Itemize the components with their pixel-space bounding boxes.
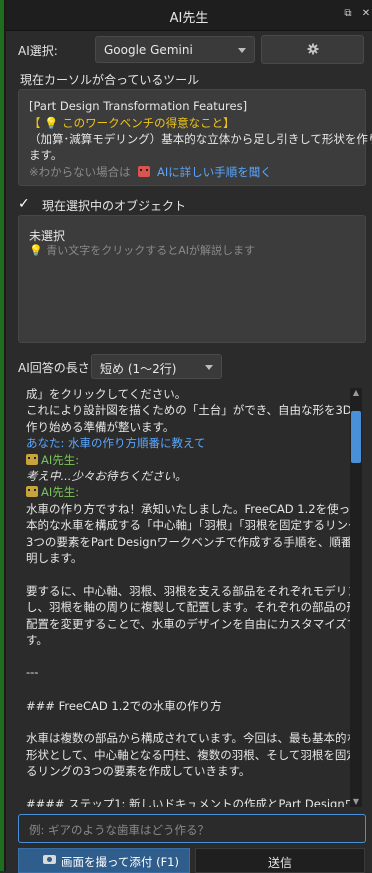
chat-line-text: AI先生:	[41, 485, 80, 500]
chat-line: AI先生:	[26, 452, 79, 468]
question-input-wrapper	[18, 814, 366, 843]
chat-line-text: 配置を変更することで、水車のデザインを自由にカスタマイズできま	[26, 616, 350, 631]
close-icon[interactable]: ✕	[360, 8, 372, 20]
robot-icon	[26, 486, 38, 498]
chat-line: 成」をクリックしてください。	[26, 386, 186, 402]
ai-select-dropdown[interactable]: Google Gemini	[95, 36, 255, 63]
chat-line-text: あなた: 水車の作り方順番に教えて	[26, 436, 206, 451]
chat-line-text: ### FreeCAD 1.2での水車の作り方	[26, 698, 222, 713]
capture-button-label: 画面を撮って添付 (F1)	[61, 855, 179, 869]
chat-line: 作り始める準備が整います。	[26, 419, 174, 435]
chat-line: ---	[26, 665, 38, 679]
answer-length-label: AI回答の長さ:	[18, 361, 94, 375]
camera-icon	[43, 855, 56, 864]
chat-line-text: るリングの3つの要素を作成していきます。	[26, 764, 251, 779]
chat-line-text: 明します。	[26, 551, 83, 565]
chat-line-text: これにより設計図を描くための「土台」ができ、自由な形を3D化して	[26, 403, 350, 418]
send-button-label: 送信	[267, 856, 292, 870]
chat-line-text: 作り始める準備が整います。	[26, 419, 175, 434]
chat-line-text: #### ステップ1: 新しいドキュメントの作成とPart Designワークベ…	[26, 797, 350, 807]
chat-line-text: す。	[26, 633, 48, 647]
selection-panel: 未選択 💡 青い文字をクリックするとAIが解説します	[18, 215, 366, 343]
tool-description: （加算･減算モデリング）基本的な立体から足し引きして形状を作り	[29, 132, 372, 146]
capture-screen-button[interactable]: 画面を撮って添付 (F1)	[18, 848, 190, 873]
tool-description-cont: ます。	[29, 148, 63, 162]
chat-line-text: 要するに、中心軸、羽根、羽根を支える部品をそれぞれモデリング	[26, 583, 350, 598]
chat-line-text: ---	[26, 664, 39, 679]
answer-length-dropdown[interactable]: 短め (1〜2行)	[91, 354, 222, 379]
chat-line: るリングの3つの要素を作成していきます。	[26, 763, 250, 779]
chat-line: #### ステップ1: 新しいドキュメントの作成とPart Designワークベ…	[26, 796, 350, 807]
workbench-strength-heading: 【 💡 このワークベンチの得意なこと】	[29, 116, 235, 130]
chat-line: 水車は複数の部品から構成されています。今回は、最も基本的な	[26, 730, 350, 746]
chat-line-text: 考え中...少々お待ちください。	[26, 469, 187, 483]
chat-line: これにより設計図を描くための「土台」ができ、自由な形を3D化して	[26, 402, 350, 418]
chat-line-text: 3つの要素をPart Designワークベンチで作成する手順を、順番に説	[26, 534, 350, 549]
chevron-down-icon	[238, 48, 246, 53]
chat-line-text: 水車は複数の部品から構成されています。今回は、最も基本的な	[26, 731, 350, 746]
question-input[interactable]	[27, 820, 361, 840]
robot-icon	[138, 166, 151, 177]
tool-name: [Part Design Transformation Features]	[29, 99, 248, 113]
ai-select-label: AI選択:	[18, 44, 58, 58]
chat-line: 明します。	[26, 550, 82, 566]
chat-line: 要するに、中心軸、羽根、羽根を支える部品をそれぞれモデリング	[26, 583, 350, 599]
float-icon[interactable]: ⧉	[342, 8, 354, 20]
selection-checkbox[interactable]: ✓	[18, 197, 32, 211]
chat-line: 配置を変更することで、水車のデザインを自由にカスタマイズできま	[26, 616, 350, 632]
chat-line-text: 成」をクリックしてください。	[26, 387, 187, 401]
chat-line: 考え中...少々お待ちください。	[26, 468, 186, 484]
chat-line: す。	[26, 632, 48, 648]
chat-line: し、羽根を軸の周りに複製して配置します。それぞれの部品の形状や	[26, 599, 350, 615]
chat-line-text: 水車の作り方ですね！承知いたしました。FreeCAD 1.2を使って、基	[26, 501, 350, 516]
gear-icon	[307, 43, 319, 55]
dock-edge-divider	[4, 0, 6, 871]
chat-line-text: AI先生:	[41, 452, 80, 467]
chat-scrollbar-thumb[interactable]	[351, 411, 361, 463]
chat-line: AI先生:	[26, 484, 79, 500]
scroll-down-arrow[interactable]: ▼	[351, 797, 361, 807]
chat-line: 3つの要素をPart Designワークベンチで作成する手順を、順番に説	[26, 534, 350, 550]
hint-prefix: ※わからない場合は	[29, 165, 131, 179]
chat-line: 形状として、中心軸となる円柱、複数の羽根、そして羽根を固定す	[26, 747, 350, 763]
chat-line: 本的な水車を構成する「中心軸」「羽根」「羽根を固定するリング」の	[26, 517, 350, 533]
send-button[interactable]: 送信	[195, 848, 365, 873]
tool-info-panel: [Part Design Transformation Features] 【 …	[18, 89, 372, 186]
title-bar: AI先生 ⧉ ✕	[6, 0, 372, 31]
scroll-up-arrow[interactable]: ▲	[351, 388, 361, 398]
ai-select-value: Google Gemini	[104, 43, 193, 57]
selection-hint: 💡 青い文字をクリックするとAIが解説します	[29, 244, 255, 257]
chat-line: あなた: 水車の作り方順番に教えて	[26, 435, 205, 451]
ask-ai-link[interactable]: AIに詳しい手順を聞く	[157, 165, 272, 179]
chat-line-text: し、羽根を軸の周りに複製して配置します。それぞれの部品の形状や	[26, 600, 350, 615]
chat-line: ### FreeCAD 1.2での水車の作り方	[26, 698, 222, 714]
chat-line-text: 本的な水車を構成する「中心軸」「羽根」「羽根を固定するリング」の	[26, 518, 350, 533]
window-title: AI先生	[169, 11, 209, 26]
settings-button[interactable]	[261, 35, 364, 64]
chat-log: 成」をクリックしてください。これにより設計図を描くための「土台」ができ、自由な形…	[18, 381, 350, 807]
answer-length-value: 短め (1〜2行)	[100, 362, 177, 376]
selection-checkbox-label: 現在選択中のオブジェクト	[42, 199, 187, 213]
chat-line-text: 形状として、中心軸となる円柱、複数の羽根、そして羽根を固定す	[26, 747, 350, 762]
chat-line: 水車の作り方ですね！承知いたしました。FreeCAD 1.2を使って、基	[26, 501, 350, 517]
robot-icon	[26, 453, 38, 465]
tool-section-heading: 現在カーソルが合っているツール	[20, 73, 200, 87]
chevron-down-icon	[205, 365, 213, 370]
